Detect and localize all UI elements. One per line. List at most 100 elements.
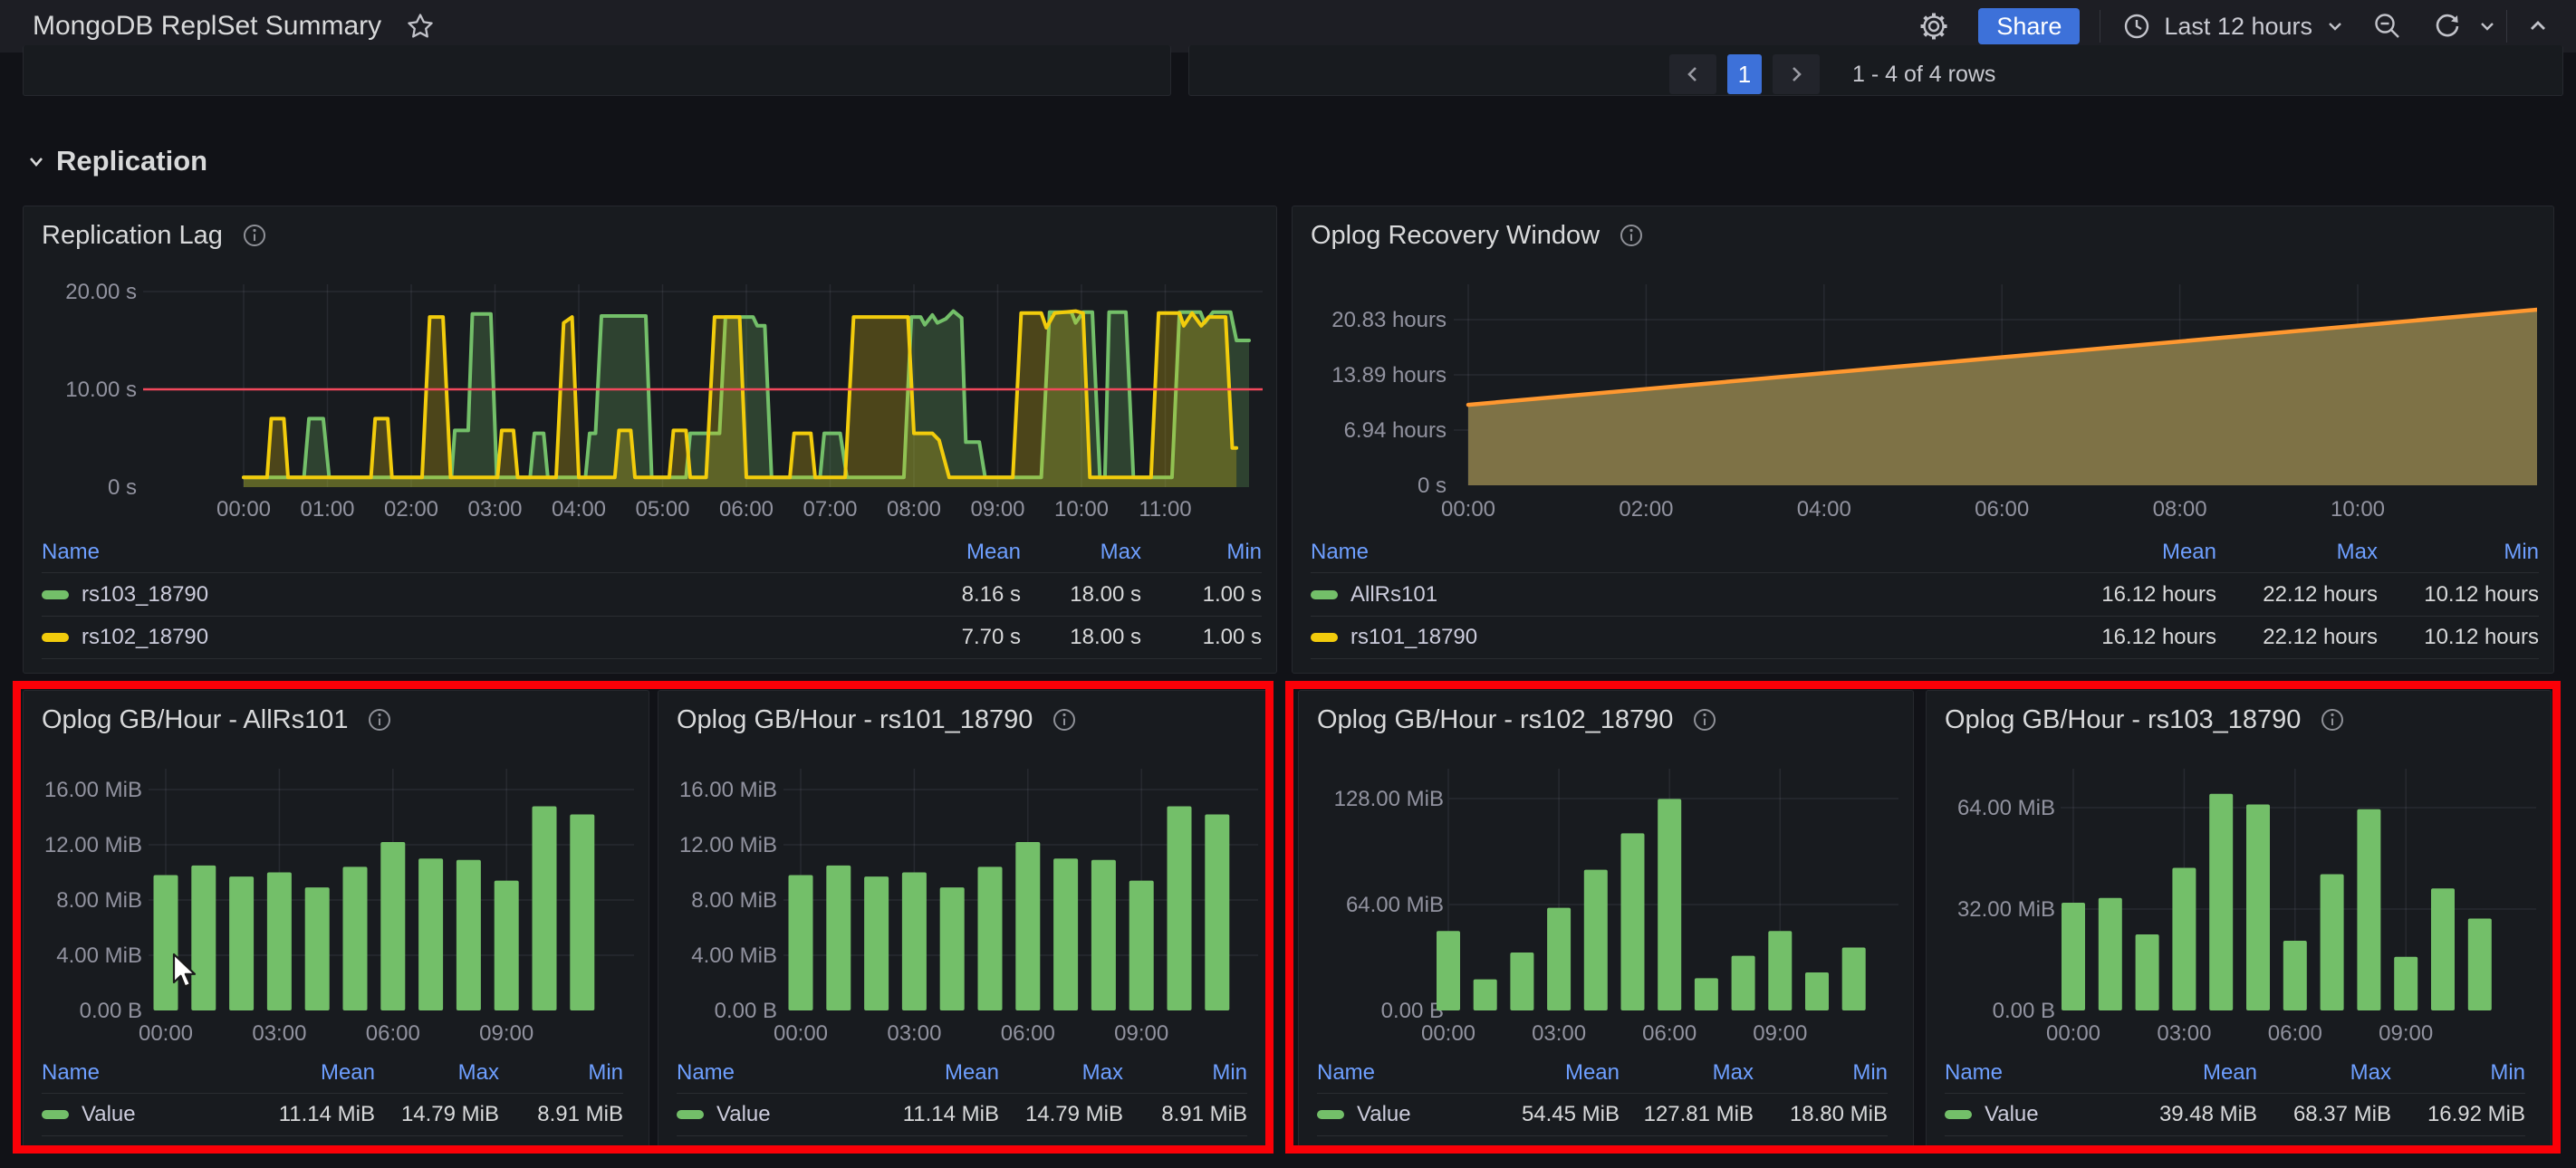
legend-mean-value: 8.16 s	[961, 581, 1021, 607]
svg-text:0 s: 0 s	[108, 475, 137, 500]
info-icon[interactable]	[1051, 706, 1078, 733]
replication-lag-chart[interactable]: 20.00 s 10.00 s 0 s 00:00 01:00 02:00 03:00 04:…	[33, 270, 1269, 532]
legend-max-value: 22.12 hours	[2263, 581, 2378, 607]
chevron-right-icon	[1793, 67, 1802, 81]
panel-title[interactable]: Oplog GB/Hour - rs103_18790	[1945, 705, 2301, 735]
legend-max-value: 14.79 MiB	[400, 1102, 499, 1126]
legend-col-name: Name	[42, 1060, 101, 1085]
legend-col-name: Name	[1311, 540, 1370, 564]
panel-replication-lag: Replication Lag 20.00 s 10.00 s 0 s 00:00 01…	[23, 206, 1277, 674]
svg-text:0 s: 0 s	[1418, 474, 1447, 498]
svg-text:08:00: 08:00	[2153, 497, 2207, 522]
legend-col-min: Min	[588, 1060, 623, 1085]
legend-min-value: 10.12 hours	[2424, 625, 2539, 649]
oplog-rs101-chart[interactable]: 16.00 MiB 12.00 MiB 8.00 MiB 4.00 MiB 0.00 B…	[668, 754, 1265, 1053]
oplog-rs103-chart[interactable]: 64.00 MiB 32.00 MiB 0.00 B00:00 03:00 06:00 0…	[1936, 754, 2543, 1053]
legend-min-value: 8.91 MiB	[1161, 1102, 1247, 1126]
legend-max-value: 18.00 s	[1070, 581, 1141, 607]
info-icon[interactable]	[241, 222, 268, 249]
panel-oplog-recovery-window: Oplog Recovery Window 20.83 hours 13.89 h…	[1292, 206, 2554, 674]
legend-series-toggle[interactable]: Value	[1945, 1102, 2123, 1127]
svg-text:08:00: 08:00	[887, 497, 941, 522]
svg-text:00:00: 00:00	[1421, 1021, 1475, 1046]
legend: Name Mean Max Min Value 11.14 MiB 14.79 MiB 8.9…	[42, 1053, 623, 1136]
section-row-replication[interactable]: Replication	[25, 145, 207, 177]
svg-text:64.00 MiB: 64.00 MiB	[1957, 796, 2055, 820]
legend-col-max: Max	[2336, 540, 2378, 564]
refresh-interval-chevron-icon[interactable]	[2477, 16, 2497, 36]
info-icon[interactable]	[2319, 706, 2346, 733]
legend-header: Name Mean Max Min	[1317, 1053, 1888, 1093]
legend-col-min: Min	[2504, 540, 2539, 564]
table-panel-partial-left	[23, 45, 1171, 96]
pagination-next-button[interactable]	[1773, 54, 1820, 94]
legend-series-toggle[interactable]: rs101_18790	[1311, 625, 2055, 650]
svg-text:00:00: 00:00	[2046, 1021, 2100, 1046]
pagination-page-1-button[interactable]: 1	[1727, 54, 1762, 94]
legend-row: AllRs101 16.12 hours 22.12 hours 10.12 hour…	[1311, 572, 2539, 616]
zoom-out-icon[interactable]	[2372, 11, 2403, 42]
star-icon[interactable]	[405, 11, 436, 42]
oplog-allrs101-chart[interactable]: 16.00 MiB 12.00 MiB 8.00 MiB 4.00 MiB 0.00 B…	[33, 754, 641, 1053]
info-icon[interactable]	[1691, 706, 1718, 733]
legend-mean-value: 7.70 s	[961, 625, 1021, 649]
svg-text:04:00: 04:00	[1797, 497, 1851, 522]
legend: Name Mean Max Min Value 11.14 MiB 14.79 MiB 8.9…	[677, 1053, 1247, 1136]
legend-header: Name Mean Max Min	[677, 1053, 1247, 1093]
legend-series-toggle[interactable]: Value	[1317, 1102, 1485, 1127]
series-color-swatch	[42, 589, 69, 599]
dashboard-title[interactable]: MongoDB ReplSet Summary	[33, 11, 381, 42]
svg-text:09:00: 09:00	[479, 1021, 533, 1046]
settings-gear-icon[interactable]	[1918, 11, 1949, 42]
chevron-down-icon	[30, 158, 43, 167]
legend-series-toggle[interactable]: Value	[42, 1102, 251, 1127]
oplog-rs102-chart[interactable]: 128.00 MiB 64.00 MiB 0.00 B00:00 03:00 06:00…	[1308, 754, 1906, 1053]
table-pagination: 1 1 - 4 of 4 rows	[1669, 54, 1995, 94]
refresh-icon[interactable]	[2432, 11, 2463, 42]
legend-series-toggle[interactable]: Value	[677, 1102, 875, 1127]
legend-mean-value: 11.14 MiB	[278, 1102, 375, 1126]
time-range-picker[interactable]: Last 12 hours	[2122, 12, 2345, 41]
legend-min-value: 8.91 MiB	[537, 1102, 623, 1126]
pagination-info: 1 - 4 of 4 rows	[1852, 61, 1996, 87]
legend-series-toggle[interactable]: rs102_18790	[42, 625, 900, 650]
panel-title[interactable]: Oplog GB/Hour - rs101_18790	[677, 705, 1033, 735]
legend-series-name: Value	[716, 1102, 771, 1126]
legend-min-value: 10.12 hours	[2424, 581, 2539, 607]
oplog-recovery-window-chart[interactable]: 20.83 hours 13.89 hours 6.94 hours 0 s00:00…	[1302, 270, 2546, 532]
legend-max-value: 22.12 hours	[2263, 625, 2378, 649]
series-color-swatch	[677, 1110, 704, 1119]
info-icon[interactable]	[366, 706, 393, 733]
share-button[interactable]: Share	[1978, 8, 2081, 44]
legend-row: rs102_18790 7.70 s 18.00 s 1.00 s	[42, 616, 1262, 659]
legend-row: rs101_18790 16.12 hours 22.12 hours 10.12 h…	[1311, 616, 2539, 659]
panel-title[interactable]: Oplog GB/Hour - AllRs101	[42, 705, 348, 735]
legend-row: Value 11.14 MiB 14.79 MiB 8.91 MiB	[42, 1093, 623, 1136]
legend-row: Value 39.48 MiB 68.37 MiB 16.92 MiB	[1945, 1093, 2525, 1136]
svg-text:0.00 B: 0.00 B	[80, 999, 142, 1023]
panel-title[interactable]: Oplog Recovery Window	[1311, 221, 1600, 251]
svg-text:05:00: 05:00	[635, 497, 689, 522]
legend-series-toggle[interactable]: rs103_18790	[42, 582, 900, 608]
legend-col-mean: Mean	[2161, 540, 2216, 564]
legend-col-mean: Mean	[320, 1060, 375, 1085]
svg-text:02:00: 02:00	[1619, 497, 1673, 522]
svg-text:6.94 hours: 6.94 hours	[1344, 418, 1447, 443]
legend-row: Value 54.45 MiB 127.81 MiB 18.80 MiB	[1317, 1093, 1888, 1136]
svg-text:20.00 s: 20.00 s	[65, 280, 137, 304]
collapse-chevron-up-icon[interactable]	[2525, 14, 2551, 39]
panel-title[interactable]: Replication Lag	[42, 221, 223, 251]
legend-series-name: Value	[1357, 1102, 1411, 1126]
legend-col-name: Name	[677, 1060, 735, 1085]
legend: Name Mean Max Min Value 54.45 MiB 127.81 MiB 18…	[1317, 1053, 1888, 1136]
svg-text:4.00 MiB: 4.00 MiB	[691, 943, 777, 968]
info-icon[interactable]	[1618, 222, 1645, 249]
legend-series-toggle[interactable]: AllRs101	[1311, 582, 2055, 608]
svg-text:07:00: 07:00	[803, 497, 857, 522]
svg-text:01:00: 01:00	[300, 497, 354, 522]
svg-text:06:00: 06:00	[366, 1021, 420, 1046]
panel-title[interactable]: Oplog GB/Hour - rs102_18790	[1317, 705, 1673, 735]
pagination-prev-button[interactable]	[1669, 54, 1716, 94]
svg-text:10:00: 10:00	[2331, 497, 2385, 522]
legend-header: Name Mean Max Min	[42, 532, 1262, 572]
